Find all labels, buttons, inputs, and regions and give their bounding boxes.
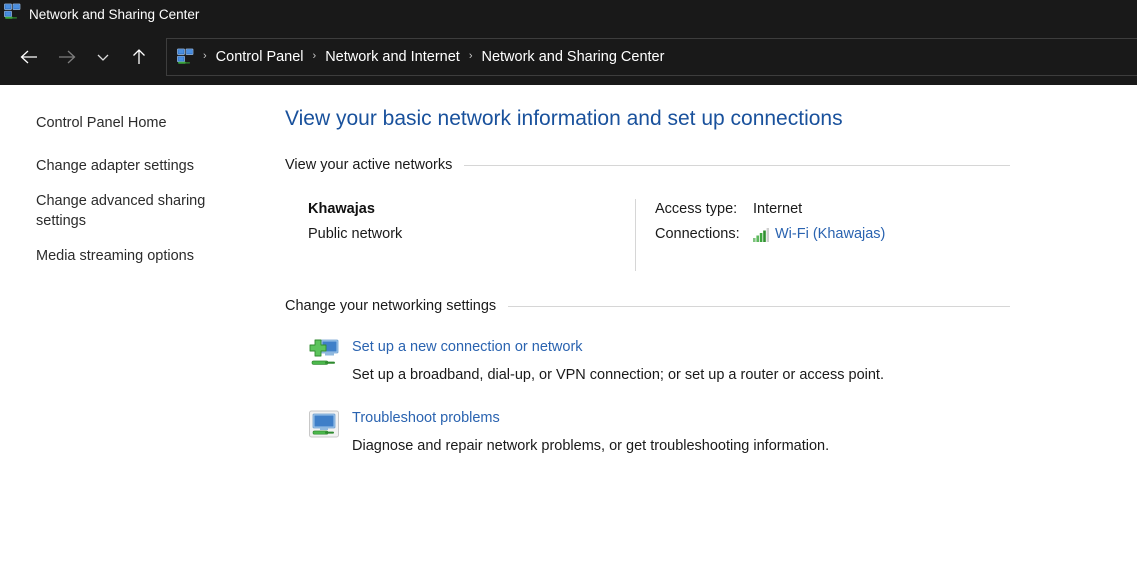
access-type-label: Access type: [655, 199, 753, 220]
breadcrumb-separator: › [469, 51, 473, 62]
section-header-label: Change your networking settings [285, 298, 496, 314]
task-text: Set up a new connection or network Set u… [352, 336, 884, 385]
task-description: Set up a broadband, dial-up, or VPN conn… [352, 365, 884, 385]
breadcrumb-item-control-panel[interactable]: Control Panel [216, 49, 304, 65]
section-header-active-networks: View your active networks [285, 157, 1010, 173]
sidebar-item-change-adapter-settings[interactable]: Change adapter settings [0, 156, 251, 176]
sidebar: Control Panel Home Change adapter settin… [0, 85, 280, 567]
task-row-troubleshoot-problems: Troubleshoot problems Diagnose and repai… [285, 407, 1137, 456]
breadcrumb-separator: › [313, 51, 317, 62]
connection-link-wifi[interactable]: Wi-Fi (Khawajas) [775, 224, 885, 245]
up-button[interactable] [120, 40, 158, 74]
access-type-value: Internet [753, 199, 802, 220]
network-sharing-center-icon [4, 3, 21, 25]
active-network-entry: Khawajas Public network Access type: Int… [285, 199, 1137, 271]
link-set-up-new-connection[interactable]: Set up a new connection or network [352, 337, 583, 357]
content-area: Control Panel Home Change adapter settin… [0, 85, 1137, 567]
detail-row-access-type: Access type: Internet [655, 199, 885, 220]
section-header-rule [508, 306, 1010, 307]
task-text: Troubleshoot problems Diagnose and repai… [352, 407, 829, 456]
active-network-identity: Khawajas Public network [285, 199, 635, 271]
section-header-networking-settings: Change your networking settings [285, 298, 1010, 314]
title-bar: Network and Sharing Center [0, 0, 1137, 28]
networking-settings-section: Change your networking settings [280, 298, 1137, 456]
section-header-label: View your active networks [285, 157, 452, 173]
active-network-details: Access type: Internet Connections: [636, 199, 885, 271]
forward-button[interactable] [48, 40, 86, 74]
link-troubleshoot-problems[interactable]: Troubleshoot problems [352, 408, 500, 428]
troubleshoot-icon [308, 408, 340, 440]
section-header-rule [464, 165, 1010, 166]
sidebar-item-media-streaming-options[interactable]: Media streaming options [0, 246, 251, 266]
network-name: Khawajas [308, 199, 635, 220]
address-bar[interactable]: › Control Panel › Network and Internet ›… [166, 38, 1137, 76]
main-panel: View your basic network information and … [280, 85, 1137, 567]
task-description: Diagnose and repair network problems, or… [352, 436, 829, 456]
breadcrumb-item-network-and-sharing-center[interactable]: Network and Sharing Center [481, 49, 664, 65]
page-title: View your basic network information and … [285, 107, 1137, 131]
detail-row-connections: Connections: Wi-Fi (Khawajas) [655, 224, 885, 245]
network-type: Public network [308, 224, 635, 245]
breadcrumb-item-network-and-internet[interactable]: Network and Internet [325, 49, 460, 65]
navigation-bar: › Control Panel › Network and Internet ›… [0, 28, 1137, 85]
address-bar-icon [177, 48, 194, 65]
connections-label: Connections: [655, 224, 753, 245]
wifi-signal-bars-icon [753, 228, 769, 242]
sidebar-item-change-advanced-sharing-settings[interactable]: Change advanced sharing settings [0, 191, 251, 231]
new-connection-icon [308, 337, 340, 369]
sidebar-item-control-panel-home[interactable]: Control Panel Home [0, 113, 251, 133]
task-row-set-up-new-connection: Set up a new connection or network Set u… [285, 336, 1137, 385]
breadcrumb-separator: › [203, 51, 207, 62]
recent-locations-button[interactable] [86, 40, 120, 74]
back-button[interactable] [10, 40, 48, 74]
window-title: Network and Sharing Center [29, 7, 199, 22]
